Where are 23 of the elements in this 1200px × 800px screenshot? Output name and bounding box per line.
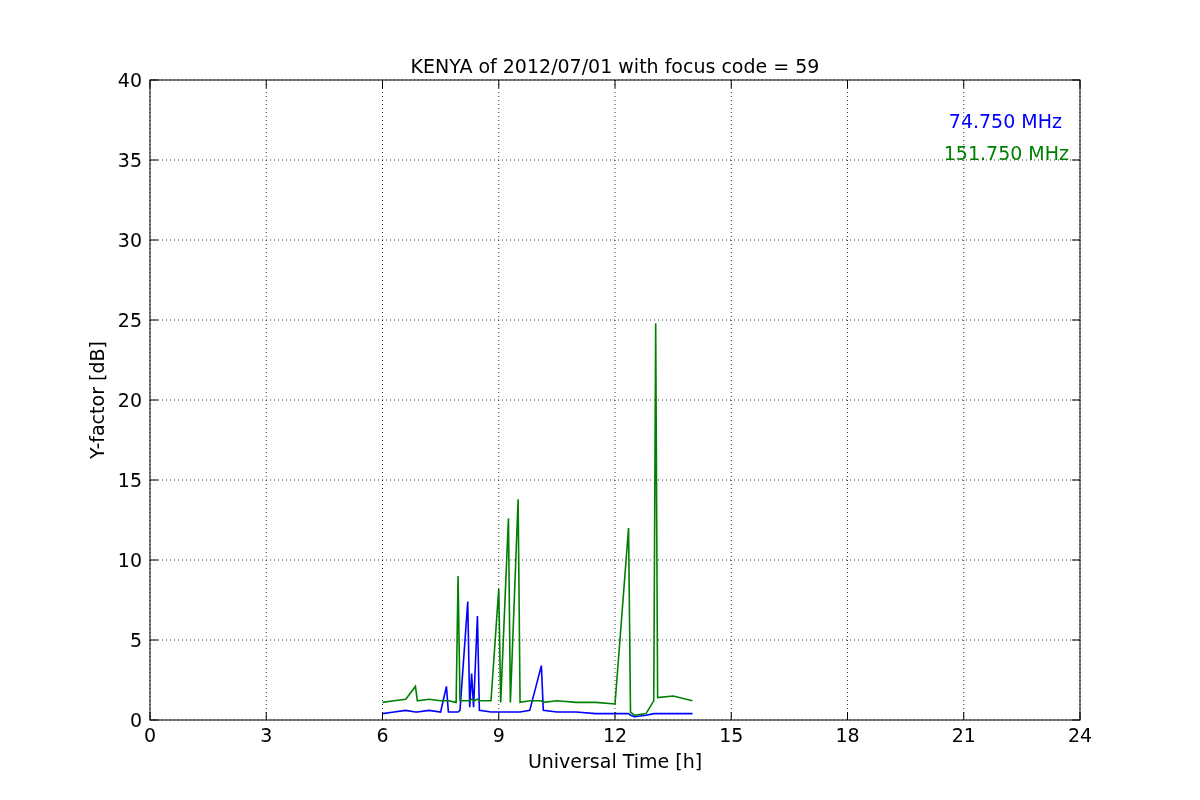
axis-tick-label: 6 <box>376 724 389 746</box>
axis-tick-label: 15 <box>719 724 744 746</box>
axis-tick-label: 5 <box>129 629 142 651</box>
axis-tick-label: 40 <box>117 69 142 91</box>
axis-tick-label: 35 <box>117 149 142 171</box>
axis-tick-label: 20 <box>117 389 142 411</box>
chart-title: KENYA of 2012/07/01 with focus code = 59 <box>410 55 820 77</box>
axis-tick-label: 21 <box>951 724 976 746</box>
axis-tick-label: 18 <box>835 724 860 746</box>
axis-tick-label: 0 <box>143 724 157 746</box>
legend-label: 151.750 MHz <box>943 142 1069 164</box>
axis-tick-label: 25 <box>117 309 142 331</box>
y-axis-label: Y-factor [dB] <box>86 341 108 459</box>
axis-tick-label: 9 <box>492 724 505 746</box>
axis-tick-label: 24 <box>1067 724 1093 746</box>
x-axis-label: Universal Time [h] <box>527 750 703 772</box>
axis-tick-label: 15 <box>117 469 142 491</box>
axis-tick-label: 3 <box>260 724 273 746</box>
axis-tick-label: 10 <box>117 549 142 571</box>
axis-tick-label: 12 <box>602 724 628 746</box>
axis-tick-label: 0 <box>129 709 142 731</box>
legend-label: 74.750 MHz <box>948 110 1062 132</box>
axis-tick-label: 30 <box>117 229 142 251</box>
